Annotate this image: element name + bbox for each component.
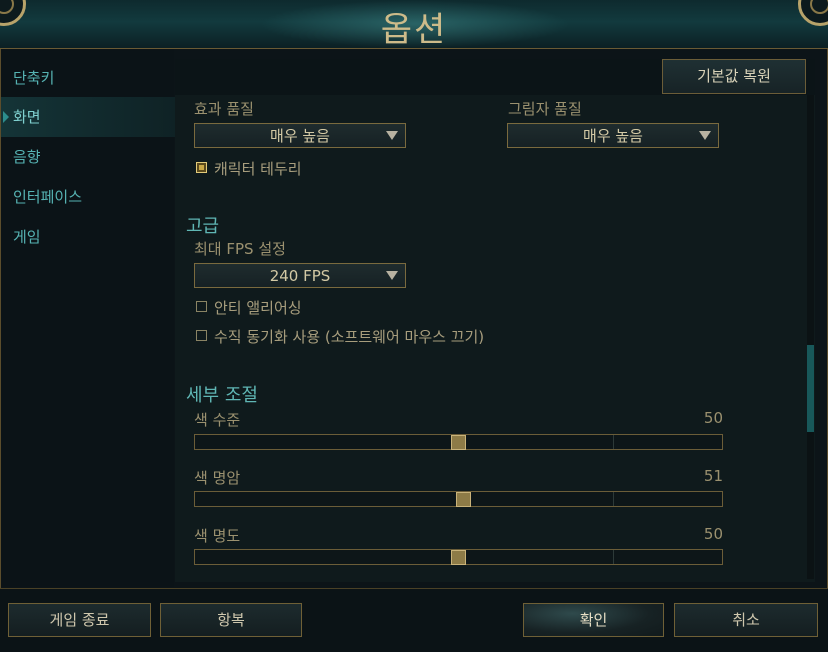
shadow-quality-value: 매우 높음 (583, 127, 643, 145)
active-arrow-icon (3, 111, 9, 123)
chevron-down-icon (699, 131, 711, 140)
chevron-down-icon (386, 271, 398, 280)
sidebar-item-video[interactable]: 화면 (1, 97, 176, 137)
slider-tick (613, 435, 614, 449)
chevron-down-icon (386, 131, 398, 140)
effects-quality-dropdown[interactable]: 매우 높음 (194, 123, 406, 148)
shadow-quality-dropdown[interactable]: 매우 높음 (507, 123, 719, 148)
color-contrast-label: 색 명암 (194, 469, 241, 487)
sidebar-item-sound[interactable]: 음향 (1, 137, 176, 177)
vsync-label: 수직 동기화 사용 (소프트웨어 마우스 끄기) (214, 328, 485, 346)
max-fps-label: 최대 FPS 설정 (194, 240, 286, 258)
restore-defaults-button[interactable]: 기본값 복원 (662, 59, 806, 94)
slider-tick (613, 550, 614, 564)
slider-handle[interactable] (451, 550, 466, 565)
fine-tuning-section-title: 세부 조절 (186, 385, 258, 406)
color-level-slider[interactable] (194, 434, 723, 450)
sidebar-item-game[interactable]: 게임 (1, 217, 176, 257)
sidebar-item-interface[interactable]: 인터페이스 (1, 177, 176, 217)
vsync-checkbox[interactable] (196, 330, 207, 341)
color-brightness-slider[interactable] (194, 549, 723, 565)
sidebar: 단축키 화면 음향 인터페이스 게임 (1, 49, 176, 587)
color-contrast-slider[interactable] (194, 491, 723, 507)
anti-aliasing-checkbox[interactable] (196, 301, 207, 312)
scrollbar[interactable] (807, 95, 814, 579)
slider-handle[interactable] (456, 492, 471, 507)
color-contrast-value: 51 (703, 467, 723, 485)
color-level-label: 색 수준 (194, 411, 241, 429)
window-title: 옵션 (380, 10, 448, 50)
scrollbar-thumb[interactable] (807, 345, 814, 432)
sidebar-item-hotkeys[interactable]: 단축키 (1, 58, 176, 98)
cancel-button[interactable]: 취소 (674, 603, 818, 637)
title-bar: 옵션 (0, 0, 828, 50)
exit-game-button[interactable]: 게임 종료 (8, 603, 151, 637)
effects-quality-value: 매우 높음 (270, 127, 330, 145)
slider-tick (613, 492, 614, 506)
advanced-section-title: 고급 (186, 216, 220, 237)
max-fps-dropdown[interactable]: 240 FPS (194, 263, 406, 288)
color-brightness-label: 색 명도 (194, 527, 241, 545)
surrender-button[interactable]: 항복 (160, 603, 302, 637)
character-outline-label: 캐릭터 테두리 (214, 160, 302, 178)
max-fps-value: 240 FPS (269, 267, 331, 285)
color-brightness-value: 50 (703, 525, 723, 543)
color-level-value: 50 (703, 409, 723, 427)
anti-aliasing-label: 안티 앨리어싱 (214, 299, 302, 317)
slider-handle[interactable] (451, 435, 466, 450)
character-outline-checkbox[interactable] (196, 162, 207, 173)
effects-quality-label: 효과 품질 (194, 100, 254, 118)
shadow-quality-label: 그림자 품질 (508, 100, 582, 118)
confirm-button[interactable]: 확인 (523, 603, 664, 637)
sidebar-item-label: 화면 (13, 108, 41, 126)
